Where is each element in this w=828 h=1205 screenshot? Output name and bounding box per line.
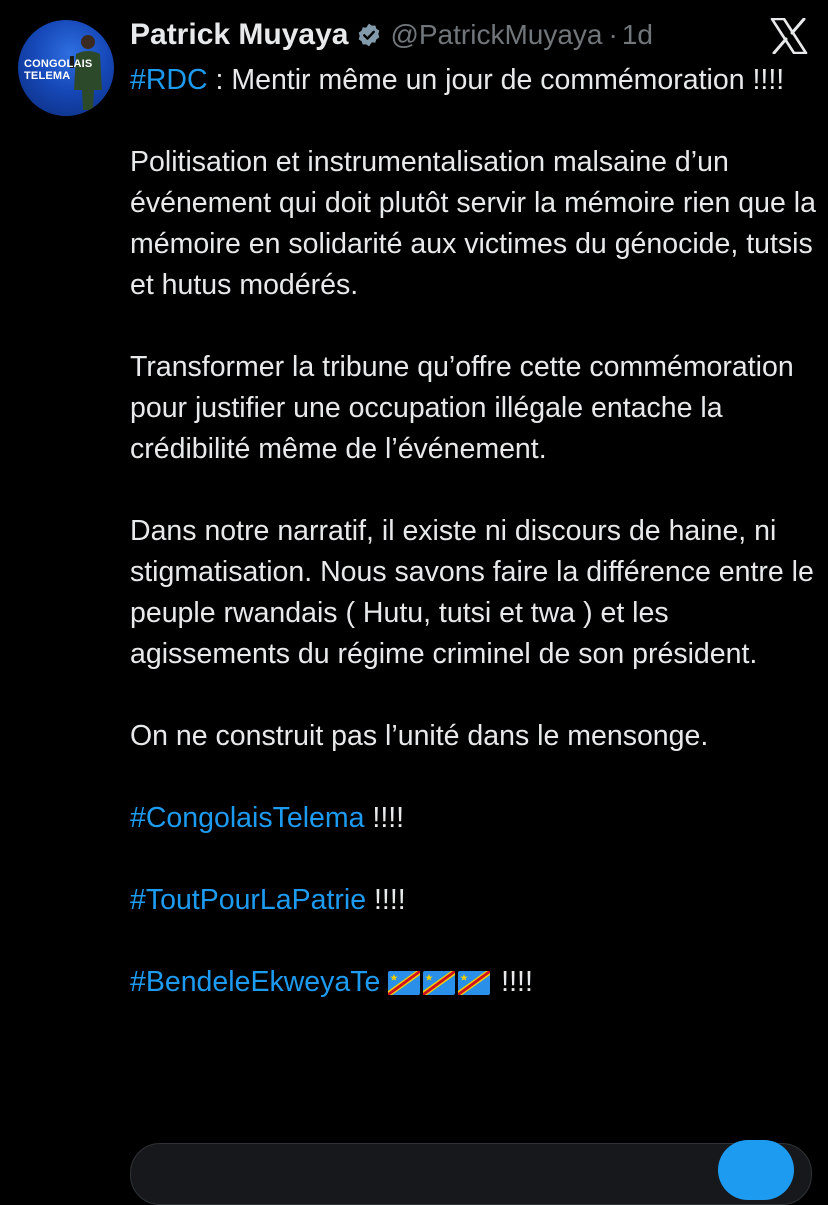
drc-flag-icon — [388, 971, 421, 995]
hashtag-line-1: #CongolaisTelema !!!! — [130, 802, 405, 834]
reply-button[interactable] — [718, 1140, 794, 1200]
hashtag-congolais-telema[interactable]: #CongolaisTelema — [130, 802, 364, 834]
tweet-header: Patrick Muyaya @PatrickMuyaya · 1d — [130, 15, 653, 55]
hashtag-line-3: #BendeleEkweyaTe !!!! — [130, 966, 533, 998]
avatar[interactable]: CONGOLAIS TELEMA — [18, 20, 114, 116]
drc-flag-icon — [423, 971, 456, 995]
author-name[interactable]: Patrick Muyaya — [130, 18, 348, 52]
tweet-paragraph-3: Dans notre narratif, il existe ni discou… — [130, 515, 814, 670]
tweet-text: #RDC : Mentir même un jour de commémorat… — [130, 60, 820, 1003]
tweet-intro: #RDC : Mentir même un jour de commémorat… — [130, 64, 785, 96]
separator-dot: · — [608, 19, 618, 50]
hashtag-rdc[interactable]: #RDC — [130, 64, 208, 96]
drc-flag-icon — [458, 971, 491, 995]
verified-badge-icon — [359, 23, 380, 47]
tweet-paragraph-1: Politisation et instrumentalisation mals… — [130, 146, 816, 301]
hashtag-line-2: #ToutPourLaPatrie !!!! — [130, 884, 406, 916]
x-logo-icon[interactable] — [770, 18, 808, 54]
author-handle[interactable]: @PatrickMuyaya — [390, 19, 602, 51]
reply-input[interactable] — [130, 1143, 812, 1205]
timestamp[interactable]: 1d — [622, 19, 653, 51]
tweet-paragraph-2: Transformer la tribune qu’offre cette co… — [130, 351, 794, 465]
avatar-logo-text: CONGOLAIS TELEMA — [24, 58, 93, 82]
tweet-paragraph-4: On ne construit pas l’unité dans le mens… — [130, 720, 709, 752]
hashtag-tout-pour-la-patrie[interactable]: #ToutPourLaPatrie — [130, 884, 366, 916]
hashtag-bendele-ekweya-te[interactable]: #BendeleEkweyaTe — [130, 966, 380, 998]
